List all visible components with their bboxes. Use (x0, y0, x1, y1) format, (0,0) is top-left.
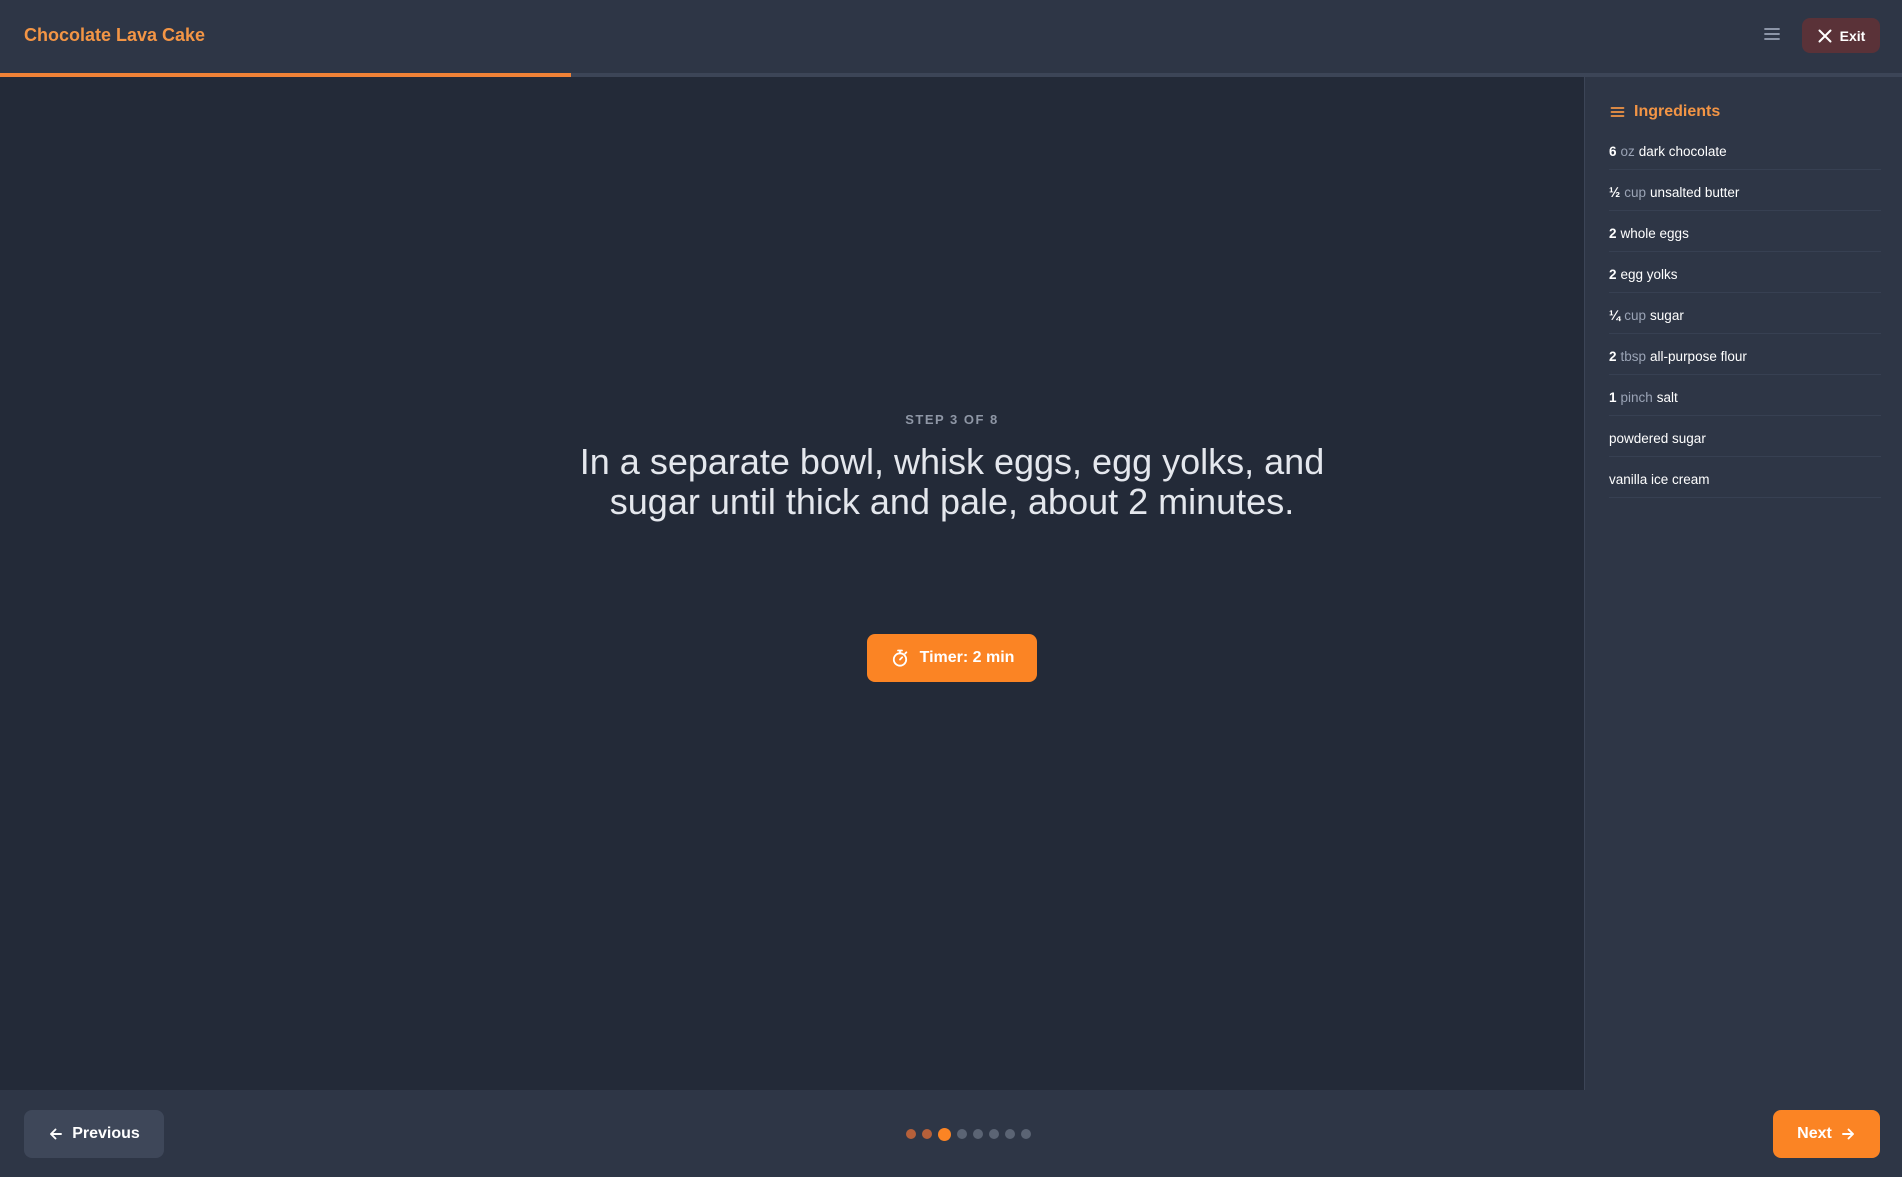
exit-button[interactable]: Exit (1802, 18, 1880, 53)
footer-bar: Previous Next (0, 1090, 1902, 1177)
ingredients-sidebar: Ingredients 6 oz dark chocolate ½ cup unsalte… (1584, 77, 1902, 1090)
ingredient-quantity: 2 (1609, 225, 1617, 241)
ingredient-unit: cup (1624, 184, 1647, 200)
recipe-title: Chocolate Lava Cake (24, 25, 206, 45)
ingredient-name: salt (1656, 389, 1678, 405)
ingredient-item: 2 whole eggs (1609, 211, 1881, 252)
timer-label: Timer: 2 min (919, 649, 1015, 666)
step-dot[interactable] (938, 1127, 951, 1141)
ingredient-quantity: ½ (1609, 184, 1621, 200)
step-dot[interactable] (957, 1129, 967, 1139)
previous-label: Previous (72, 1125, 140, 1142)
ingredient-quantity: 1 (1609, 389, 1617, 405)
list-icon (1610, 107, 1625, 117)
ingredient-name: egg yolks (1620, 266, 1678, 282)
ingredient-quantity: 2 (1609, 266, 1617, 282)
ingredient-name: whole eggs (1620, 225, 1689, 241)
ingredient-quantity: 6 (1609, 143, 1617, 159)
header-bar: Chocolate Lava Cake Exit (0, 0, 1902, 73)
ingredient-name: dark chocolate (1638, 143, 1727, 159)
previous-button[interactable]: Previous (24, 1110, 164, 1158)
ingredient-unit: tbsp (1620, 348, 1647, 364)
timer-button[interactable]: Timer: 2 min (867, 634, 1037, 682)
arrow-right-icon (1841, 1128, 1854, 1140)
step-panel (0, 77, 1584, 1090)
ingredient-unit: oz (1620, 143, 1635, 159)
ingredient-unit: cup (1624, 307, 1647, 323)
next-button[interactable]: Next (1773, 1110, 1880, 1158)
ingredient-item: powdered sugar (1609, 416, 1881, 457)
step-dot[interactable] (906, 1129, 916, 1139)
ingredients-list: 6 oz dark chocolate ½ cup unsalted butter 2 who… (1609, 129, 1881, 498)
ingredient-name: powdered sugar (1609, 430, 1706, 446)
ingredients-heading: Ingredients (1610, 103, 1720, 121)
step-dot[interactable] (1005, 1129, 1015, 1139)
ingredient-quantity: 2 (1609, 348, 1617, 364)
step-dot[interactable] (922, 1129, 932, 1139)
ingredient-name: sugar (1650, 307, 1684, 323)
ingredient-name: all-purpose flour (1650, 348, 1747, 364)
ingredient-item: 2 egg yolks (1609, 252, 1881, 293)
ingredient-name: unsalted butter (1650, 184, 1740, 200)
step-dot[interactable] (1021, 1129, 1031, 1139)
next-label: Next (1797, 1125, 1832, 1142)
ingredient-item: ½ cup unsalted butter (1609, 170, 1881, 211)
ingredient-unit: pinch (1620, 389, 1653, 405)
close-icon (1818, 29, 1832, 42)
ingredient-name: vanilla ice cream (1609, 471, 1710, 487)
hamburger-menu-icon[interactable] (1760, 22, 1784, 46)
exit-label: Exit (1839, 27, 1866, 44)
ingredient-item: vanilla ice cream (1609, 457, 1881, 498)
ingredient-item: 1 pinch salt (1609, 375, 1881, 416)
cooking-mode-window: Chocolate Lava Cake Exit STEP 3 OF 8 In … (0, 0, 1902, 1177)
ingredient-item: ¼ cup sugar (1609, 293, 1881, 334)
step-indicator-dots (906, 1127, 1031, 1141)
ingredient-quantity: ¼ (1609, 307, 1621, 323)
step-dot[interactable] (989, 1129, 999, 1139)
step-instruction: In a separate bowl, whisk eggs, egg yolk… (579, 441, 1325, 522)
step-dot[interactable] (973, 1129, 983, 1139)
ingredient-item: 6 oz dark chocolate (1609, 129, 1881, 170)
stopwatch-icon (892, 649, 907, 667)
ingredients-title: Ingredients (1634, 103, 1721, 120)
ingredient-item: 2 tbsp all-purpose flour (1609, 334, 1881, 375)
arrow-left-icon (50, 1128, 63, 1140)
